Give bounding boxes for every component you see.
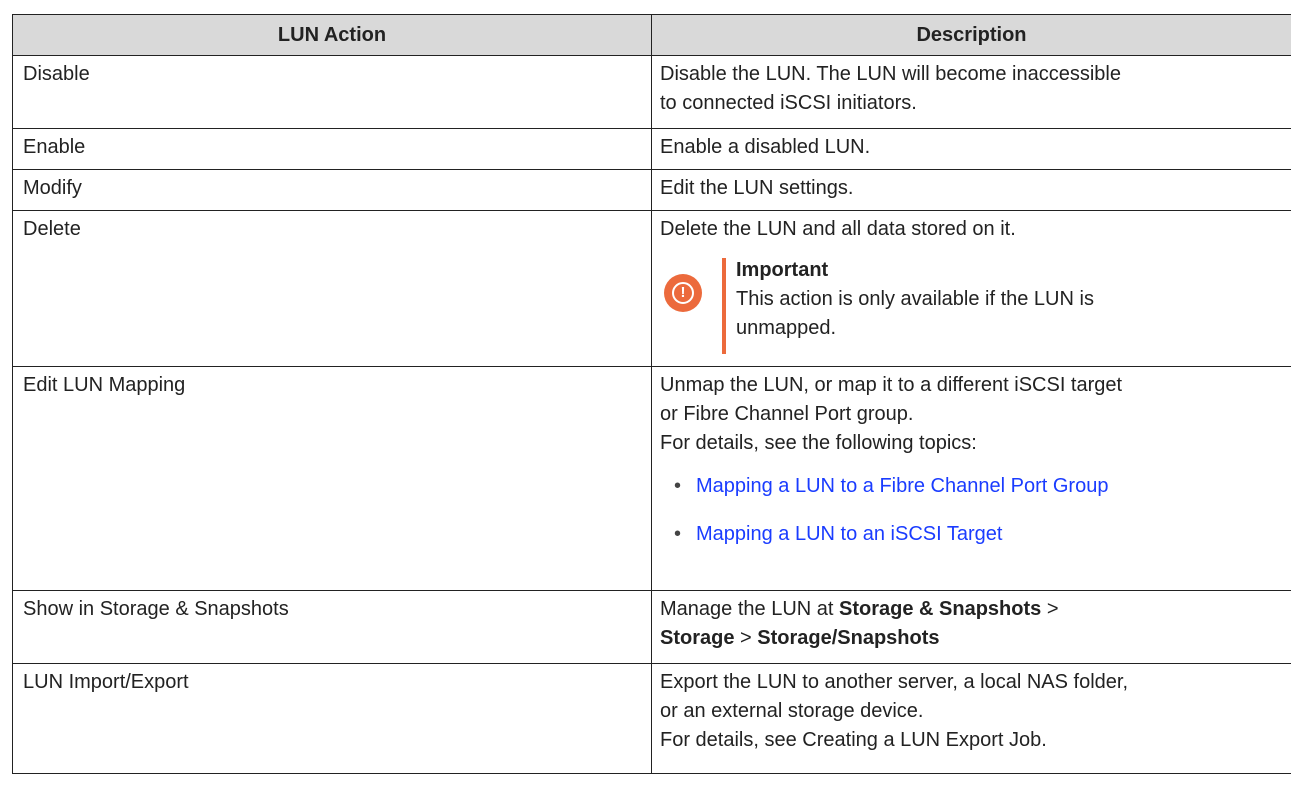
related-topics-list: • Mapping a LUN to a Fibre Channel Port …	[660, 472, 1283, 549]
table-row: Delete Delete the LUN and all data store…	[12, 210, 1291, 367]
text-fragment: >	[734, 627, 758, 649]
action-cell: Enable	[12, 128, 652, 170]
bullet-icon: •	[674, 523, 682, 545]
description-text: or an external storage device.	[660, 700, 924, 722]
bullet-icon: •	[674, 475, 682, 497]
action-cell: Modify	[12, 169, 652, 211]
description-text: For details, see the following topics:	[660, 432, 977, 454]
table-row: Disable Disable the LUN. The LUN will be…	[12, 55, 1291, 129]
description-text: Unmap the LUN, or map it to a different …	[660, 374, 1123, 396]
description-cell: Unmap the LUN, or map it to a different …	[651, 366, 1291, 591]
table-row: Edit LUN Mapping Unmap the LUN, or map i…	[12, 366, 1291, 591]
description-cell: Manage the LUN at Storage & Snapshots > …	[651, 590, 1291, 664]
description-text: Edit the LUN settings.	[660, 177, 854, 199]
note-text: unmapped.	[736, 317, 837, 339]
description-cell: Enable a disabled LUN.	[651, 128, 1291, 170]
description-cell: Disable the LUN. The LUN will become ina…	[651, 55, 1291, 129]
ui-path-storage-snapshots-tab: Storage/Snapshots	[757, 627, 940, 649]
description-text: Delete the LUN and all data stored on it…	[660, 218, 1016, 240]
text-fragment: >	[1041, 598, 1059, 620]
description-text: Export the LUN to another server, a loca…	[660, 671, 1129, 693]
action-cell: Disable	[12, 55, 652, 129]
column-header-lun-action: LUN Action	[12, 14, 652, 56]
link-iscsi-target[interactable]: Mapping a LUN to an iSCSI Target	[696, 523, 1002, 545]
table-header-row: LUN Action Description	[12, 14, 1291, 56]
text-fragment: Manage the LUN at	[660, 598, 839, 620]
list-item: • Mapping a LUN to an iSCSI Target	[674, 520, 1283, 549]
link-fibre-channel-port-group[interactable]: Mapping a LUN to a Fibre Channel Port Gr…	[696, 475, 1108, 497]
description-text: or Fibre Channel Port group.	[660, 403, 914, 425]
ui-path-storage-snapshots: Storage & Snapshots	[839, 598, 1042, 620]
table-row: Modify Edit the LUN settings.	[12, 169, 1291, 211]
description-cell: Edit the LUN settings.	[651, 169, 1291, 211]
description-text: Manage the LUN at Storage & Snapshots >	[660, 595, 1283, 624]
description-cell: Export the LUN to another server, a loca…	[651, 663, 1291, 774]
list-item: • Mapping a LUN to a Fibre Channel Port …	[674, 472, 1283, 501]
description-cell: Delete the LUN and all data stored on it…	[651, 210, 1291, 367]
description-text: For details, see Creating a LUN Export J…	[660, 729, 1047, 751]
table-row: Show in Storage & Snapshots Manage the L…	[12, 590, 1291, 664]
ui-path-storage: Storage	[660, 627, 735, 649]
note-accent-bar	[722, 258, 726, 354]
action-cell: Delete	[12, 210, 652, 367]
note-body: Important This action is only available …	[736, 256, 1283, 343]
note-title: Important	[736, 259, 829, 281]
exclamation-circle-icon: !	[664, 274, 702, 312]
description-text: to connected iSCSI initiators.	[660, 92, 917, 114]
action-cell: Edit LUN Mapping	[12, 366, 652, 591]
column-header-description: Description	[651, 14, 1291, 56]
important-note: ! Important This action is only availabl…	[660, 258, 1283, 354]
note-text: This action is only available if the LUN…	[736, 288, 1094, 310]
description-text: Disable the LUN. The LUN will become ina…	[660, 63, 1121, 85]
table-row: Enable Enable a disabled LUN.	[12, 128, 1291, 170]
lun-actions-table: LUN Action Description Disable Disable t…	[12, 14, 1291, 774]
action-cell: Show in Storage & Snapshots	[12, 590, 652, 664]
description-text: Enable a disabled LUN.	[660, 136, 871, 158]
table-row: LUN Import/Export Export the LUN to anot…	[12, 663, 1291, 774]
action-cell: LUN Import/Export	[12, 663, 652, 774]
description-text: Storage > Storage/Snapshots	[660, 624, 1283, 653]
